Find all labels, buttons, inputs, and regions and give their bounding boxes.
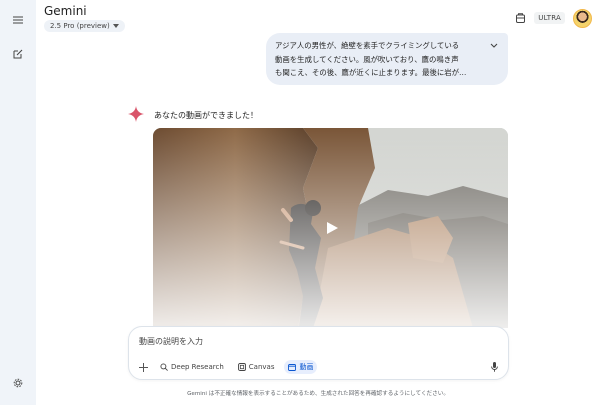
composer-toolbar: Deep Research Canvas 動画: [137, 359, 500, 375]
user-prompt-line: も聞こえ、その後、鷹が近くに止まります。最後に岩が…: [275, 68, 467, 77]
deep-research-label: Deep Research: [171, 363, 224, 371]
microphone-icon[interactable]: [491, 362, 498, 372]
user-prompt-line: アジア人の男性が、絶壁を素手でクライミングしている: [275, 41, 460, 50]
play-icon[interactable]: [325, 221, 339, 235]
plan-badge: ULTRA: [534, 12, 565, 24]
prompt-input[interactable]: 動画の説明を入力: [139, 336, 203, 347]
user-prompt-line: 動画を生成してください。風が吹いており、鷹の鳴き声: [275, 54, 459, 64]
gemini-spark-icon: [128, 106, 144, 122]
model-selector[interactable]: 2.5 Pro (preview): [44, 20, 125, 32]
footer-disclaimer: Gemini は不正確な情報を表示することがあるため、生成された回答を再確認する…: [187, 391, 449, 397]
chevron-down-icon[interactable]: [490, 43, 498, 48]
plus-icon: [139, 362, 148, 372]
caret-down-icon: [112, 24, 119, 28]
user-prompt-bubble: アジア人の男性が、絶壁を素手でクライミングしている 動画を生成してください。風が…: [266, 33, 508, 85]
canvas-button[interactable]: Canvas: [234, 360, 279, 374]
deep-research-icon: [160, 363, 168, 371]
sidebar: [0, 0, 36, 405]
generated-video[interactable]: [153, 128, 508, 328]
menu-icon[interactable]: [8, 10, 28, 30]
avatar[interactable]: [573, 8, 592, 28]
app-title: Gemini: [44, 4, 87, 18]
canvas-icon: [237, 363, 246, 371]
video-button[interactable]: 動画: [284, 360, 318, 374]
add-button[interactable]: [137, 360, 150, 374]
header-actions: ULTRA: [515, 8, 592, 28]
prompt-composer: 動画の説明を入力 Deep Research Canvas 動画: [128, 326, 509, 380]
deep-research-button[interactable]: Deep Research: [156, 360, 228, 374]
video-label: 動画: [299, 363, 314, 371]
assistant-message: あなたの動画ができました！: [154, 111, 258, 120]
edit-icon[interactable]: [8, 44, 28, 64]
canvas-label: Canvas: [248, 363, 275, 371]
incognito-icon[interactable]: [515, 12, 526, 24]
gear-icon[interactable]: [8, 373, 28, 393]
main-area: Gemini 2.5 Pro (preview) ULTRA アジア人の男性が、…: [36, 0, 600, 405]
model-label: 2.5 Pro (preview): [50, 22, 110, 30]
video-icon: [288, 363, 297, 371]
